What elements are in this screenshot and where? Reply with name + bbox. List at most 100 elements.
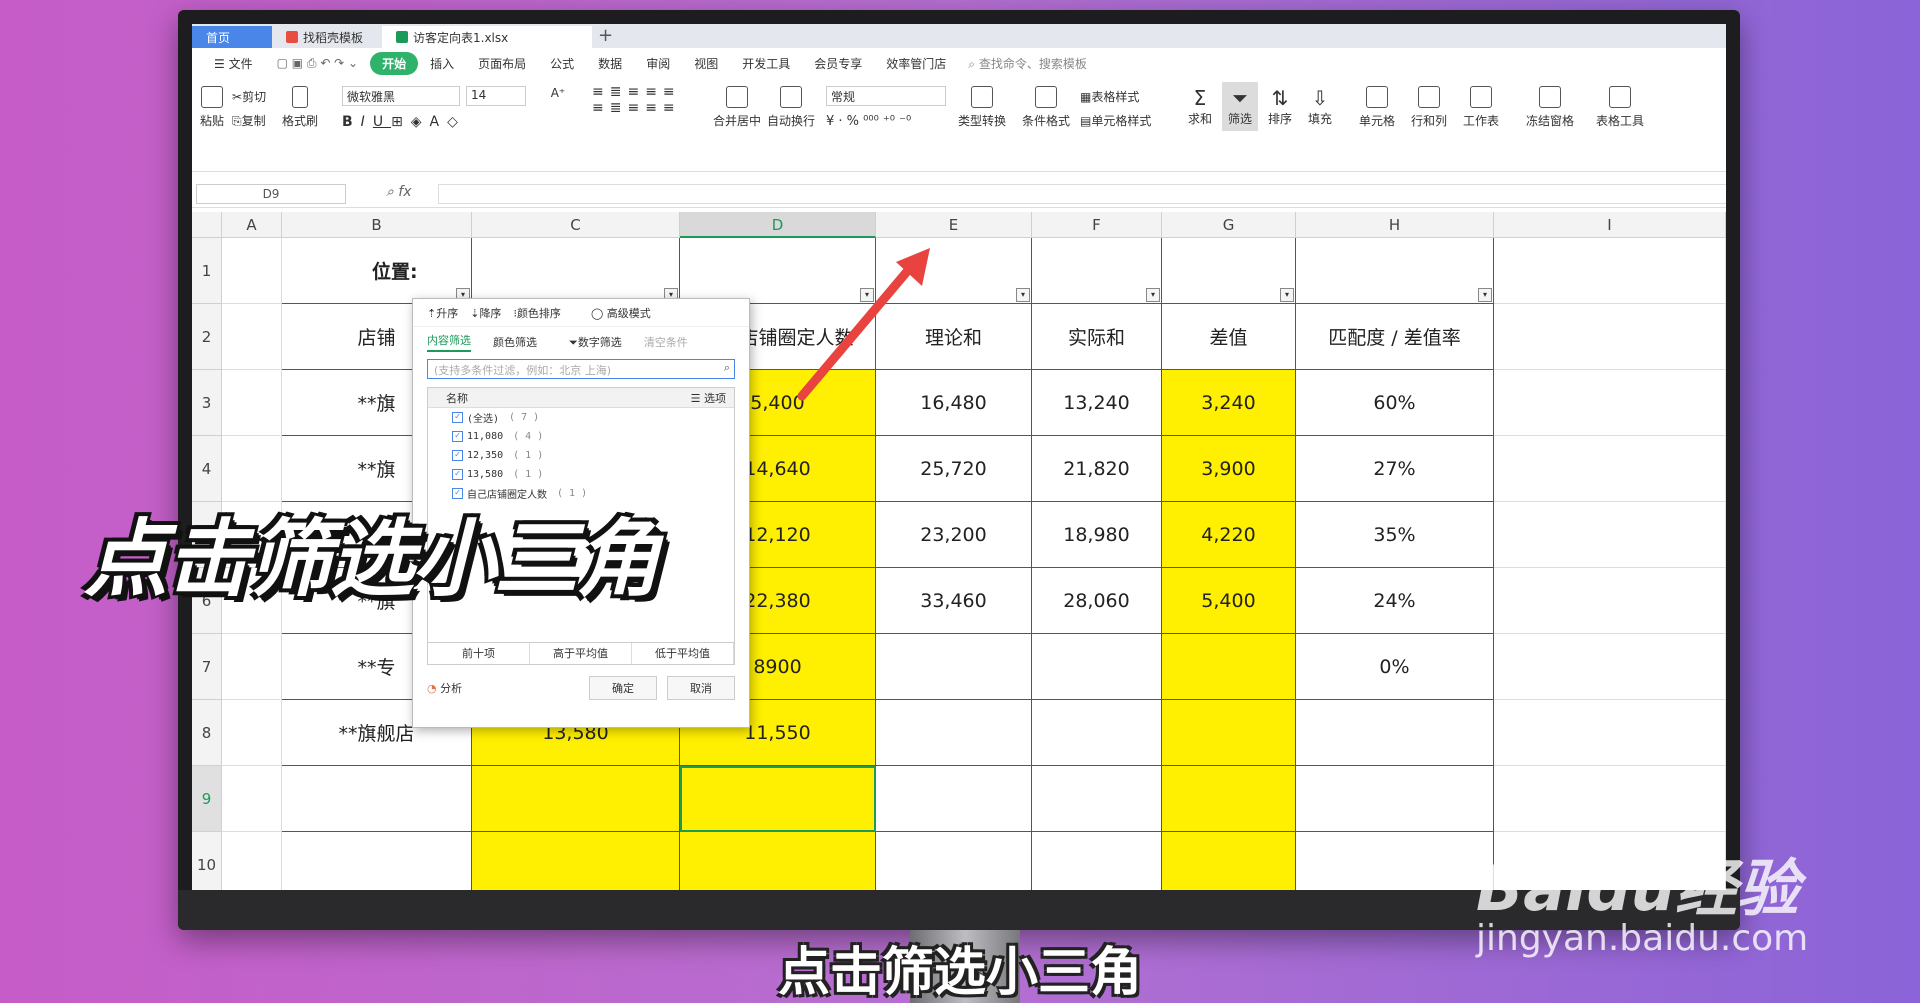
cell-i5[interactable] <box>1494 502 1726 568</box>
font-name-select[interactable]: 微软雅黑 <box>342 86 460 106</box>
filter-dropdown-g[interactable]: ▾ <box>1280 288 1294 302</box>
cell-b9[interactable] <box>282 766 472 832</box>
cell-e7[interactable] <box>876 634 1032 700</box>
cell-e6[interactable]: 33,460 <box>876 568 1032 634</box>
cell-g4[interactable]: 3,900 <box>1162 436 1296 502</box>
font-style-buttons[interactable]: BIU⊞◈A◇ <box>342 114 542 130</box>
column-header-g[interactable]: G <box>1162 212 1296 238</box>
column-header-h[interactable]: H <box>1296 212 1494 238</box>
filter-option[interactable]: ✓ 13,580 ( 1 ) <box>428 465 734 484</box>
menu-review[interactable]: 审阅 <box>634 55 682 72</box>
cell-f10[interactable] <box>1032 832 1162 890</box>
column-header-e[interactable]: E <box>876 212 1032 238</box>
checkbox-icon[interactable]: ✓ <box>452 412 463 423</box>
cell-g8[interactable] <box>1162 700 1296 766</box>
advanced-toggle[interactable]: ◯ 高级模式 <box>591 305 651 321</box>
name-box[interactable]: D9 <box>196 184 346 204</box>
cell-f1[interactable] <box>1032 238 1162 304</box>
number-filter-button[interactable]: ⏷数字筛选 <box>569 334 622 350</box>
tab-home[interactable]: 首页 <box>192 26 272 48</box>
cell-e10[interactable] <box>876 832 1032 890</box>
menu-member[interactable]: 会员专享 <box>802 55 874 72</box>
column-header-b[interactable]: B <box>282 212 472 238</box>
cell-g10[interactable] <box>1162 832 1296 890</box>
cell-e8[interactable] <box>876 700 1032 766</box>
cell-h5[interactable]: 35% <box>1296 502 1494 568</box>
cell-c10[interactable] <box>472 832 680 890</box>
paste-button[interactable]: 粘贴 <box>198 86 226 129</box>
formula-input[interactable] <box>438 184 1726 204</box>
table-tools-button[interactable]: 表格工具 <box>1588 86 1652 129</box>
cell-c9[interactable] <box>472 766 680 832</box>
menu-formula[interactable]: 公式 <box>538 55 586 72</box>
cell-h1[interactable] <box>1296 238 1494 304</box>
number-format-select[interactable]: 常规 <box>826 86 946 106</box>
merge-button[interactable]: 合并居中 <box>712 86 762 129</box>
filter-option[interactable]: ✓ 12,350 ( 1 ) <box>428 446 734 465</box>
cell-g2[interactable]: 差值 <box>1162 304 1296 370</box>
checkbox-icon[interactable]: ✓ <box>452 431 463 442</box>
wrap-button[interactable]: 自动换行 <box>766 86 816 129</box>
checkbox-icon[interactable]: ✓ <box>452 469 463 480</box>
sheet-button[interactable]: 工作表 <box>1456 86 1506 129</box>
cell-a1[interactable] <box>222 238 282 304</box>
cell-d10[interactable] <box>680 832 876 890</box>
cut-button[interactable]: ✂剪切 <box>232 88 276 105</box>
cell-g6[interactable]: 5,400 <box>1162 568 1296 634</box>
cell-f7[interactable] <box>1032 634 1162 700</box>
column-header-f[interactable]: F <box>1032 212 1162 238</box>
color-sort-button[interactable]: ⁝颜色排序 <box>513 305 561 321</box>
cell-h6[interactable]: 24% <box>1296 568 1494 634</box>
sort-desc-button[interactable]: ⇣降序 <box>470 305 501 321</box>
cell-i8[interactable] <box>1494 700 1726 766</box>
column-header-a[interactable]: A <box>222 212 282 238</box>
cell-g7[interactable] <box>1162 634 1296 700</box>
filter-dropdown-h[interactable]: ▾ <box>1478 288 1492 302</box>
copy-button[interactable]: ⎘复制 <box>232 112 276 129</box>
cell-h9[interactable] <box>1296 766 1494 832</box>
cancel-button[interactable]: 取消 <box>667 676 735 700</box>
cell-b10[interactable] <box>282 832 472 890</box>
below-avg-button[interactable]: 低于平均值 <box>632 643 734 664</box>
cell-i6[interactable] <box>1494 568 1726 634</box>
number-buttons[interactable]: ¥ · % ⁰⁰⁰ ⁺⁰ ⁻⁰ <box>826 114 946 129</box>
cell-f9[interactable] <box>1032 766 1162 832</box>
column-header-i[interactable]: I <box>1494 212 1726 238</box>
filter-button[interactable]: ⏷ 筛选 <box>1222 82 1258 131</box>
format-painter-button[interactable]: 格式刷 <box>280 86 320 129</box>
tab-color-filter[interactable]: 颜色筛选 <box>493 334 537 350</box>
menu-page-layout[interactable]: 页面布局 <box>466 55 538 72</box>
menu-efficiency[interactable]: 效率管门店 <box>874 55 958 72</box>
analyze-button[interactable]: ◔ 分析 <box>427 680 579 696</box>
cell-f5[interactable]: 18,980 <box>1032 502 1162 568</box>
row-header-10[interactable]: 10 <box>192 832 222 890</box>
cell-e5[interactable]: 23,200 <box>876 502 1032 568</box>
cell-h7[interactable]: 0% <box>1296 634 1494 700</box>
cell-h4[interactable]: 27% <box>1296 436 1494 502</box>
checkbox-icon[interactable]: ✓ <box>452 450 463 461</box>
ok-button[interactable]: 确定 <box>589 676 657 700</box>
cell-a3[interactable] <box>222 370 282 436</box>
menu-view[interactable]: 视图 <box>682 55 730 72</box>
table-style-button[interactable]: ▦表格样式 <box>1080 88 1160 105</box>
filter-dropdown-f[interactable]: ▾ <box>1146 288 1160 302</box>
quick-access-icons[interactable]: ▢ ▣ ⎙ ↶ ↷ ⌄ <box>265 56 371 71</box>
cell-a9[interactable] <box>222 766 282 832</box>
cell-i9[interactable] <box>1494 766 1726 832</box>
align-buttons[interactable]: ≡≣≡≡≡ ≡≣≡≡≡ <box>592 84 692 116</box>
corner-cell[interactable] <box>192 212 222 238</box>
filter-option[interactable]: ✓ 11,080 ( 4 ) <box>428 427 734 446</box>
cell-g9[interactable] <box>1162 766 1296 832</box>
cell-f4[interactable]: 21,820 <box>1032 436 1162 502</box>
cell-h10[interactable] <box>1296 832 1494 890</box>
cell-b1[interactable]: 位置: <box>282 238 472 304</box>
cell-f8[interactable] <box>1032 700 1162 766</box>
tab-template[interactable]: 找稻壳模板 <box>272 26 382 48</box>
row-header-8[interactable]: 8 <box>192 700 222 766</box>
command-search[interactable]: ⌕ 查找命令、搜索模板 <box>968 55 1087 72</box>
cell-h3[interactable]: 60% <box>1296 370 1494 436</box>
clear-conditions-button[interactable]: 清空条件 <box>644 334 688 350</box>
font-size-select[interactable]: 14 <box>466 86 526 106</box>
filter-dropdown-e[interactable]: ▾ <box>1016 288 1030 302</box>
filter-option[interactable]: ✓ (全选) ( 7 ) <box>428 408 734 427</box>
